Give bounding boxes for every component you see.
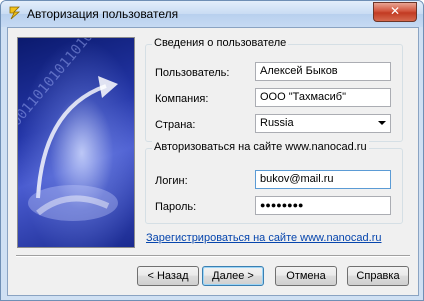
window-title: Авторизация пользователя <box>27 7 179 21</box>
user-info-group: Сведения о пользователе Пользователь: Ал… <box>145 37 403 142</box>
next-button[interactable]: Далее > <box>202 266 264 286</box>
cancel-button[interactable]: Отмена <box>275 266 337 286</box>
banner-binary-text: 100110101011010010100110010101101001 <box>18 38 134 136</box>
user-info-group-title: Сведения о пользователе <box>152 37 289 49</box>
company-field[interactable]: ООО "Тахмасиб" <box>255 88 391 107</box>
login-label: Логин: <box>155 175 188 187</box>
close-button[interactable]: ✕ <box>373 2 417 22</box>
app-icon <box>9 6 21 20</box>
login-field[interactable]: bukov@mail.ru <box>255 170 391 189</box>
user-name-field[interactable]: Алексей Быков <box>255 62 391 81</box>
user-label: Пользователь: <box>155 67 230 79</box>
footer-divider <box>16 255 410 257</box>
country-select[interactable]: Russia <box>255 114 391 133</box>
auth-group-title: Авторизоваться на сайте www.nanocad.ru <box>152 141 369 153</box>
country-value: Russia <box>260 117 294 129</box>
password-label: Пароль: <box>155 201 197 213</box>
register-link[interactable]: Зарегистрироваться на сайте www.nanocad.… <box>146 232 382 244</box>
title-bar[interactable]: Авторизация пользователя ✕ <box>1 1 423 27</box>
password-field[interactable]: ●●●●●●●● <box>255 196 391 215</box>
wizard-banner-image: 100110101011010010100110010101101001 <box>17 37 135 248</box>
close-icon: ✕ <box>389 4 401 18</box>
company-label: Компания: <box>155 93 209 105</box>
dialog-body: 100110101011010010100110010101101001 Све… <box>7 27 419 296</box>
chevron-down-icon <box>378 121 386 125</box>
back-button[interactable]: < Назад <box>137 266 199 286</box>
help-button[interactable]: Справка <box>347 266 409 286</box>
auth-group: Авторизоваться на сайте www.nanocad.ru Л… <box>145 141 403 224</box>
country-label: Страна: <box>155 119 196 131</box>
dialog-window: Авторизация пользователя ✕ 1001101010110… <box>0 0 424 301</box>
